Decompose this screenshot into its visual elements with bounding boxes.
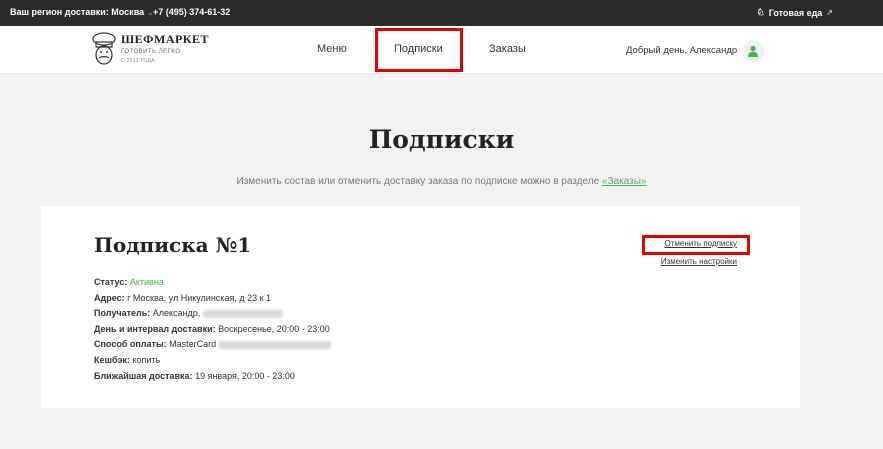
address-value: г Москва, ул Никулинская, д 23 к 1: [127, 292, 272, 303]
orders-link[interactable]: «Заказы»: [602, 176, 647, 187]
next-delivery-label: Ближайшая доставка:: [94, 370, 193, 381]
user-icon: [748, 45, 758, 57]
cashback-row: Кешбэк: копить: [94, 353, 331, 369]
page-hint: Изменить состав или отменить доставку за…: [0, 176, 883, 187]
redacted-card-number: [218, 341, 331, 349]
status-row: Статус: Активна: [94, 275, 331, 291]
status-label: Статус:: [94, 277, 128, 287]
logo[interactable]: ШЕФМАРКЕТ ГОТОВИТЬ ЛЕГКО С 2012 ГОДА: [91, 32, 209, 66]
delivery-label: День и интервал доставки:: [94, 323, 216, 334]
delivery-region-selector[interactable]: Ваш регион доставки: Москва ⌄: [10, 7, 154, 17]
user-greeting: Добрый день, Александр: [626, 45, 738, 56]
ready-food-link[interactable]: ♘ Готовая еда ↗: [757, 7, 833, 18]
phone-number[interactable]: +7 (495) 374-61-32: [153, 7, 230, 17]
address-label: Адрес:: [94, 292, 125, 303]
payment-row: Способ оплаты: MasterCard: [94, 337, 331, 353]
nav-menu[interactable]: Меню: [317, 43, 347, 55]
external-link-icon: ↗: [826, 8, 833, 17]
recipient-label: Получатель:: [94, 308, 151, 319]
recipient-value: Александр,: [152, 308, 201, 319]
hint-text: Изменить состав или отменить доставку за…: [236, 176, 602, 187]
logo-name: ШЕФМАРКЕТ: [121, 32, 210, 46]
user-avatar[interactable]: [742, 40, 764, 62]
redacted-phone: [202, 309, 283, 318]
cashback-label: Кешбэк:: [94, 354, 130, 365]
page-title: Подписки: [368, 125, 515, 154]
payment-value: MasterCard: [169, 339, 217, 350]
delivery-row: День и интервал доставки: Воскресенье, 2…: [94, 322, 331, 338]
change-settings-link[interactable]: Изменить настройки: [661, 257, 737, 266]
chef-logo-icon: [92, 32, 116, 65]
subscription-title: Подписка №1: [94, 233, 252, 257]
nav-orders[interactable]: Заказы: [489, 43, 526, 55]
cashback-value: копить: [132, 354, 161, 365]
next-delivery-row: Ближайшая доставка: 19 января, 20:00 - 2…: [94, 369, 331, 385]
highlight-box-cancel: [642, 235, 750, 255]
status-value: Активна: [129, 277, 164, 287]
subscription-details: Статус: Активна Адрес: г Москва, ул Нику…: [94, 275, 331, 384]
chef-hat-icon: ♘: [756, 7, 765, 17]
delivery-value: Воскресенье, 20:00 - 23:00: [218, 323, 330, 334]
logo-since: С 2012 ГОДА: [121, 58, 155, 64]
ready-food-label: Готовая еда: [768, 7, 823, 18]
logo-tagline: ГОТОВИТЬ ЛЕГКО: [121, 49, 181, 55]
next-delivery-value: 19 января, 20:00 - 23:00: [195, 370, 295, 381]
highlight-box-subscriptions: [375, 28, 463, 72]
address-row: Адрес: г Москва, ул Никулинская, д 23 к …: [94, 291, 331, 307]
top-bar: Ваш регион доставки: Москва ⌄ +7 (495) 3…: [0, 0, 883, 26]
region-label: Ваш регион доставки: Москва: [10, 7, 145, 17]
payment-label: Способ оплаты:: [94, 339, 167, 350]
recipient-row: Получатель: Александр,: [94, 306, 331, 322]
